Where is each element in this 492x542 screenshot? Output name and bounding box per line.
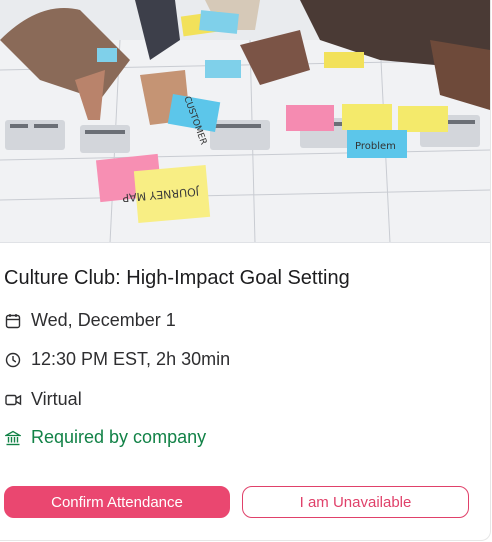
event-location-row: Virtual: [4, 389, 82, 410]
confirm-attendance-button[interactable]: Confirm Attendance: [4, 486, 230, 518]
sticky-note-text-problem: Problem: [355, 141, 396, 152]
event-time: 12:30 PM EST, 2h 30min: [31, 349, 231, 369]
event-title: Culture Club: High-Impact Goal Setting: [4, 267, 350, 289]
video-camera-icon: [4, 391, 22, 409]
event-requirement-row: Required by company: [4, 427, 206, 448]
calendar-icon: [4, 312, 22, 330]
clock-icon: [4, 351, 22, 369]
workshop-photo-illustration: CUSTOMER Problem JOURNEY MAP: [0, 0, 490, 243]
event-card: CUSTOMER Problem JOURNEY MAP Culture Clu…: [0, 0, 491, 541]
unavailable-button[interactable]: I am Unavailable: [242, 486, 469, 518]
event-date-row: Wed, December 1: [4, 310, 176, 331]
event-photo: CUSTOMER Problem JOURNEY MAP: [0, 0, 490, 243]
bank-building-icon: [4, 429, 22, 447]
event-time-row: 12:30 PM EST, 2h 30min: [4, 349, 230, 370]
event-date: Wed, December 1: [31, 310, 176, 330]
event-requirement: Required by company: [31, 427, 207, 447]
event-location: Virtual: [31, 389, 82, 409]
